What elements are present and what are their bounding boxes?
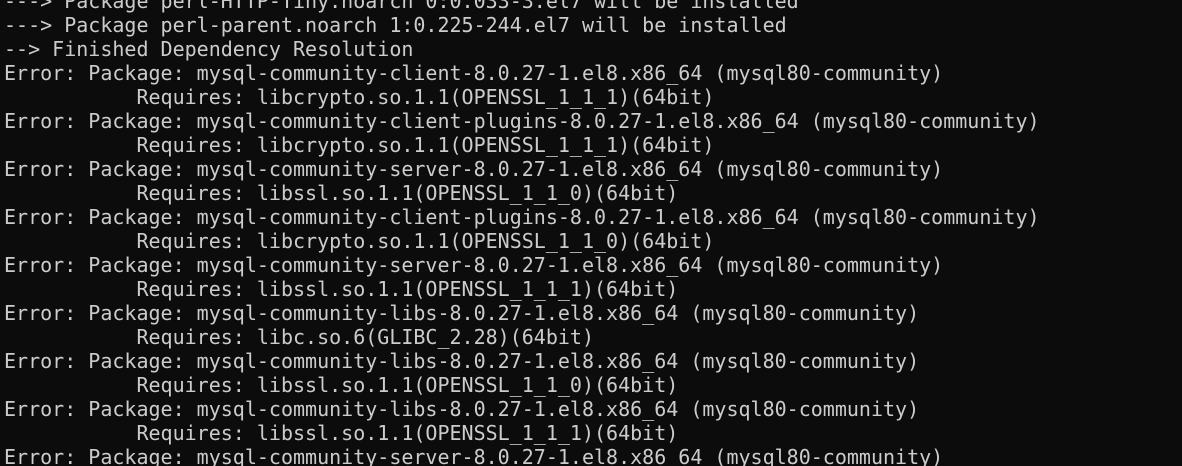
terminal-line: Requires: libssl.so.1.1(OPENSSL_1_1_0)(6… xyxy=(4,373,679,397)
terminal-window[interactable]: ---> Package perl-HTTP-Tiny.noarch 0:0.0… xyxy=(0,0,1182,466)
terminal-line: Requires: libcrypto.so.1.1(OPENSSL_1_1_1… xyxy=(4,133,715,157)
terminal-line: Requires: libcrypto.so.1.1(OPENSSL_1_1_0… xyxy=(4,229,715,253)
terminal-line: Error: Package: mysql-community-client-p… xyxy=(4,109,1040,133)
terminal-line: ---> Package perl-HTTP-Tiny.noarch 0:0.0… xyxy=(4,0,799,13)
terminal-line: Requires: libcrypto.so.1.1(OPENSSL_1_1_1… xyxy=(4,85,715,109)
terminal-line: ---> Package perl-parent.noarch 1:0.225-… xyxy=(4,13,787,37)
terminal-line: Error: Package: mysql-community-libs-8.0… xyxy=(4,349,920,373)
terminal-line: Error: Package: mysql-community-libs-8.0… xyxy=(4,397,920,421)
terminal-line: Error: Package: mysql-community-server-8… xyxy=(4,157,944,181)
terminal-line: --> Finished Dependency Resolution xyxy=(4,37,414,61)
terminal-output: ---> Package perl-HTTP-Tiny.noarch 0:0.0… xyxy=(4,0,1040,466)
terminal-line: Error: Package: mysql-community-server-8… xyxy=(4,445,944,466)
terminal-line: Requires: libssl.so.1.1(OPENSSL_1_1_0)(6… xyxy=(4,181,679,205)
terminal-line: Requires: libc.so.6(GLIBC_2.28)(64bit) xyxy=(4,325,595,349)
terminal-line: Error: Package: mysql-community-client-8… xyxy=(4,61,944,85)
terminal-line: Error: Package: mysql-community-libs-8.0… xyxy=(4,301,920,325)
terminal-line: Error: Package: mysql-community-server-8… xyxy=(4,253,944,277)
terminal-line: Error: Package: mysql-community-client-p… xyxy=(4,205,1040,229)
terminal-line: Requires: libssl.so.1.1(OPENSSL_1_1_1)(6… xyxy=(4,421,679,445)
terminal-line: Requires: libssl.so.1.1(OPENSSL_1_1_1)(6… xyxy=(4,277,679,301)
